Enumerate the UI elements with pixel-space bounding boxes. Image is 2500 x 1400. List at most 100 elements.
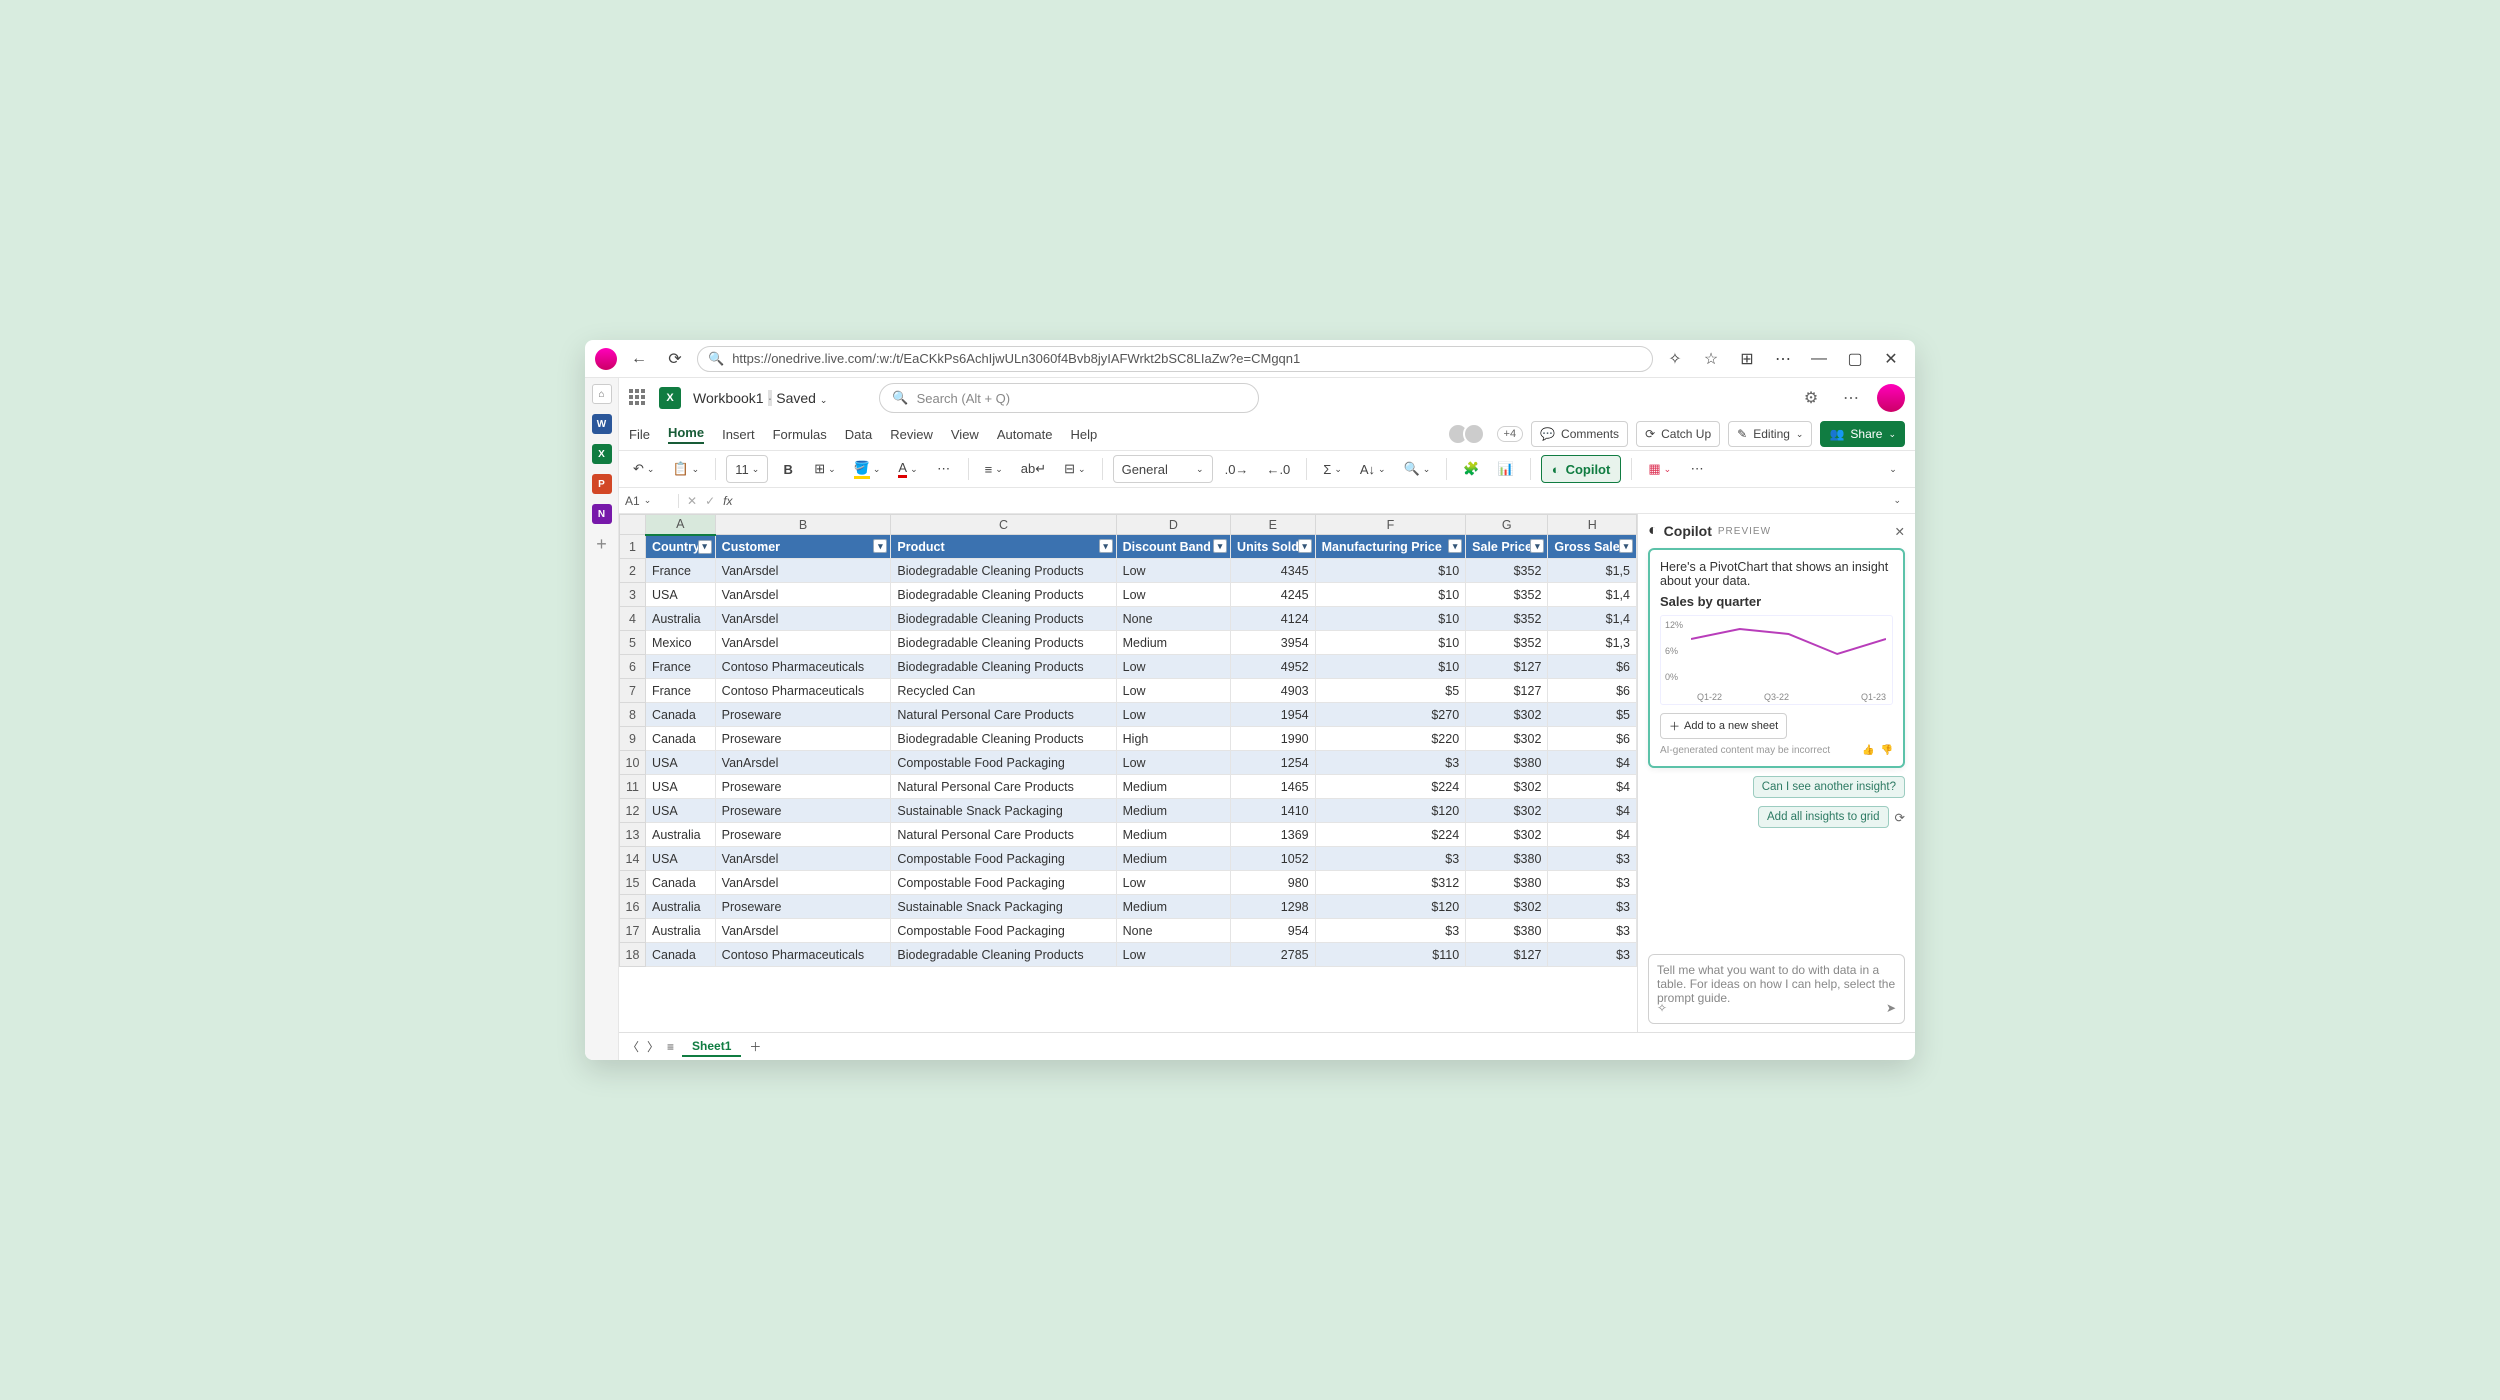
- data-cell[interactable]: $4: [1548, 751, 1637, 775]
- copilot-suggestion-1[interactable]: Can I see another insight?: [1753, 776, 1905, 798]
- increase-decimal-button[interactable]: .0→: [1219, 455, 1255, 483]
- data-cell[interactable]: Australia: [646, 607, 716, 631]
- data-cell[interactable]: Natural Personal Care Products: [891, 775, 1116, 799]
- data-cell[interactable]: Medium: [1116, 631, 1230, 655]
- paste-button[interactable]: 📋⌄: [666, 455, 705, 483]
- data-cell[interactable]: Mexico: [646, 631, 716, 655]
- catchup-button[interactable]: ⟳ Catch Up: [1636, 421, 1720, 447]
- data-cell[interactable]: 3954: [1231, 631, 1316, 655]
- bold-button[interactable]: B: [774, 455, 802, 483]
- data-cell[interactable]: $380: [1466, 871, 1548, 895]
- minimize-button[interactable]: —: [1805, 345, 1833, 373]
- data-cell[interactable]: $127: [1466, 655, 1548, 679]
- share-button[interactable]: 👥 Share ⌄: [1820, 421, 1905, 447]
- data-cell[interactable]: France: [646, 655, 716, 679]
- filter-icon[interactable]: ▾: [1099, 539, 1113, 553]
- row-header[interactable]: 6: [620, 655, 646, 679]
- data-cell[interactable]: $312: [1315, 871, 1466, 895]
- data-cell[interactable]: Australia: [646, 823, 716, 847]
- collections-icon[interactable]: ⊞: [1733, 345, 1761, 373]
- powerpoint-tile[interactable]: P: [592, 474, 612, 494]
- data-cell[interactable]: Proseware: [715, 895, 891, 919]
- data-cell[interactable]: Low: [1116, 679, 1230, 703]
- more-font-button[interactable]: ⋯: [930, 455, 958, 483]
- close-button[interactable]: ✕: [1877, 345, 1905, 373]
- col-header[interactable]: H: [1548, 515, 1637, 535]
- data-cell[interactable]: VanArsdel: [715, 631, 891, 655]
- data-cell[interactable]: Contoso Pharmaceuticals: [715, 679, 891, 703]
- data-cell[interactable]: High: [1116, 727, 1230, 751]
- sheet-list-button[interactable]: ≡: [667, 1040, 674, 1054]
- table-header-cell[interactable]: Country▾: [646, 535, 716, 559]
- data-cell[interactable]: 4124: [1231, 607, 1316, 631]
- document-title[interactable]: Workbook1·Saved ⌄: [693, 390, 827, 406]
- data-cell[interactable]: Biodegradable Cleaning Products: [891, 943, 1116, 967]
- data-cell[interactable]: Contoso Pharmaceuticals: [715, 655, 891, 679]
- data-cell[interactable]: $224: [1315, 823, 1466, 847]
- data-cell[interactable]: Natural Personal Care Products: [891, 823, 1116, 847]
- number-format-dropdown[interactable]: General⌄: [1113, 455, 1213, 483]
- data-cell[interactable]: $302: [1466, 727, 1548, 751]
- row-header[interactable]: 15: [620, 871, 646, 895]
- maximize-button[interactable]: ▢: [1841, 345, 1869, 373]
- col-header[interactable]: D: [1116, 515, 1230, 535]
- data-cell[interactable]: Biodegradable Cleaning Products: [891, 727, 1116, 751]
- analyze-data-button[interactable]: 📊: [1492, 455, 1520, 483]
- data-cell[interactable]: Proseware: [715, 727, 891, 751]
- table-header-cell[interactable]: Product▾: [891, 535, 1116, 559]
- col-header[interactable]: G: [1466, 515, 1548, 535]
- data-cell[interactable]: USA: [646, 775, 716, 799]
- data-cell[interactable]: Biodegradable Cleaning Products: [891, 559, 1116, 583]
- data-cell[interactable]: $224: [1315, 775, 1466, 799]
- row-header[interactable]: 4: [620, 607, 646, 631]
- row-header[interactable]: 2: [620, 559, 646, 583]
- row-header[interactable]: 9: [620, 727, 646, 751]
- data-cell[interactable]: VanArsdel: [715, 847, 891, 871]
- cancel-formula-icon[interactable]: ✕: [687, 494, 697, 508]
- data-cell[interactable]: $302: [1466, 799, 1548, 823]
- data-cell[interactable]: VanArsdel: [715, 559, 891, 583]
- data-cell[interactable]: $380: [1466, 919, 1548, 943]
- data-cell[interactable]: $120: [1315, 895, 1466, 919]
- prompt-guide-icon[interactable]: ✧: [1657, 1001, 1667, 1015]
- app-launcher-icon[interactable]: [629, 389, 647, 407]
- copilot-button[interactable]: ◐ Copilot: [1541, 455, 1622, 483]
- sort-filter-button[interactable]: A↓⌄: [1354, 455, 1392, 483]
- data-cell[interactable]: Compostable Food Packaging: [891, 751, 1116, 775]
- filter-icon[interactable]: ▾: [873, 539, 887, 553]
- autosum-button[interactable]: Σ⌄: [1317, 455, 1348, 483]
- data-cell[interactable]: France: [646, 679, 716, 703]
- col-header[interactable]: E: [1231, 515, 1316, 535]
- data-cell[interactable]: $4: [1548, 823, 1637, 847]
- row-header[interactable]: 14: [620, 847, 646, 871]
- add-to-sheet-button[interactable]: ＋ Add to a new sheet: [1660, 713, 1787, 739]
- font-color-button[interactable]: A⌄: [892, 455, 923, 483]
- word-tile[interactable]: W: [592, 414, 612, 434]
- data-cell[interactable]: $3: [1548, 943, 1637, 967]
- table-header-cell[interactable]: Discount Band▾: [1116, 535, 1230, 559]
- row-header[interactable]: 10: [620, 751, 646, 775]
- decrease-decimal-button[interactable]: ←.0: [1260, 455, 1296, 483]
- data-cell[interactable]: $352: [1466, 607, 1548, 631]
- fill-color-button[interactable]: 🪣⌄: [848, 455, 887, 483]
- data-cell[interactable]: Canada: [646, 943, 716, 967]
- data-cell[interactable]: $380: [1466, 847, 1548, 871]
- data-cell[interactable]: $380: [1466, 751, 1548, 775]
- data-cell[interactable]: Sustainable Snack Packaging: [891, 799, 1116, 823]
- name-box[interactable]: A1⌄: [619, 494, 679, 508]
- data-cell[interactable]: $302: [1466, 703, 1548, 727]
- data-cell[interactable]: 4952: [1231, 655, 1316, 679]
- favorites-icon[interactable]: ☆: [1697, 345, 1725, 373]
- data-cell[interactable]: Low: [1116, 943, 1230, 967]
- data-cell[interactable]: $6: [1548, 655, 1637, 679]
- row-header[interactable]: 13: [620, 823, 646, 847]
- data-cell[interactable]: Australia: [646, 919, 716, 943]
- data-cell[interactable]: $302: [1466, 895, 1548, 919]
- site-info-icon[interactable]: ✧: [1661, 345, 1689, 373]
- data-cell[interactable]: Low: [1116, 583, 1230, 607]
- font-size-input[interactable]: 11 ⌄: [726, 455, 768, 483]
- data-cell[interactable]: $3: [1548, 847, 1637, 871]
- data-cell[interactable]: VanArsdel: [715, 919, 891, 943]
- data-cell[interactable]: Proseware: [715, 703, 891, 727]
- data-cell[interactable]: $4: [1548, 799, 1637, 823]
